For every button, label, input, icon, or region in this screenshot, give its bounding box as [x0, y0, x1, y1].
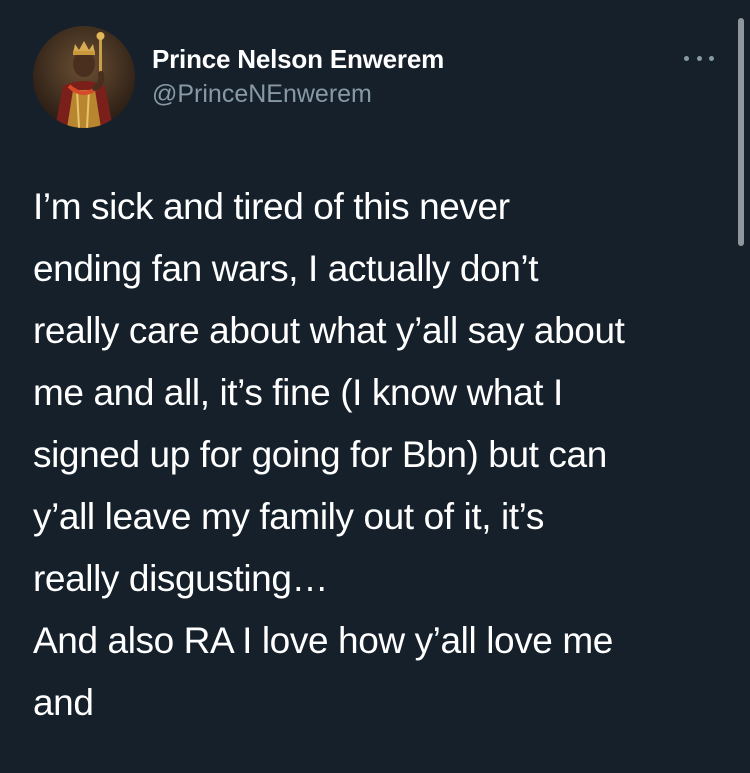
more-dot: [684, 55, 689, 61]
tweet-line: signed up for going for Bbn) but can: [33, 434, 607, 475]
more-options-icon[interactable]: [684, 48, 714, 68]
avatar[interactable]: [33, 26, 135, 128]
tweet-text: I’m sick and tired of this never ending …: [33, 176, 733, 734]
tweet-line: me and all, it’s fine (I know what I: [33, 372, 563, 413]
display-name[interactable]: Prince Nelson Enwerem: [152, 42, 444, 76]
tweet-line: ending fan wars, I actually don’t: [33, 248, 539, 289]
avatar-photo: [33, 26, 135, 128]
tweet-header: Prince Nelson Enwerem @PrinceNEnwerem: [152, 42, 444, 111]
tweet-line: and: [33, 682, 94, 723]
user-handle[interactable]: @PrinceNEnwerem: [152, 77, 444, 111]
tweet-line: y’all leave my family out of it, it’s: [33, 496, 544, 537]
more-dot: [696, 55, 702, 61]
more-dot: [709, 55, 714, 61]
scrollbar[interactable]: [738, 18, 744, 246]
tweet-line: really disgusting…: [33, 558, 329, 599]
tweet-line: And also RA I love how y’all love me: [33, 620, 613, 661]
tweet-line: I’m sick and tired of this never: [33, 186, 510, 227]
tweet-card: Prince Nelson Enwerem @PrinceNEnwerem I’…: [0, 0, 750, 773]
tweet-line: really care about what y’all say about: [33, 310, 625, 351]
